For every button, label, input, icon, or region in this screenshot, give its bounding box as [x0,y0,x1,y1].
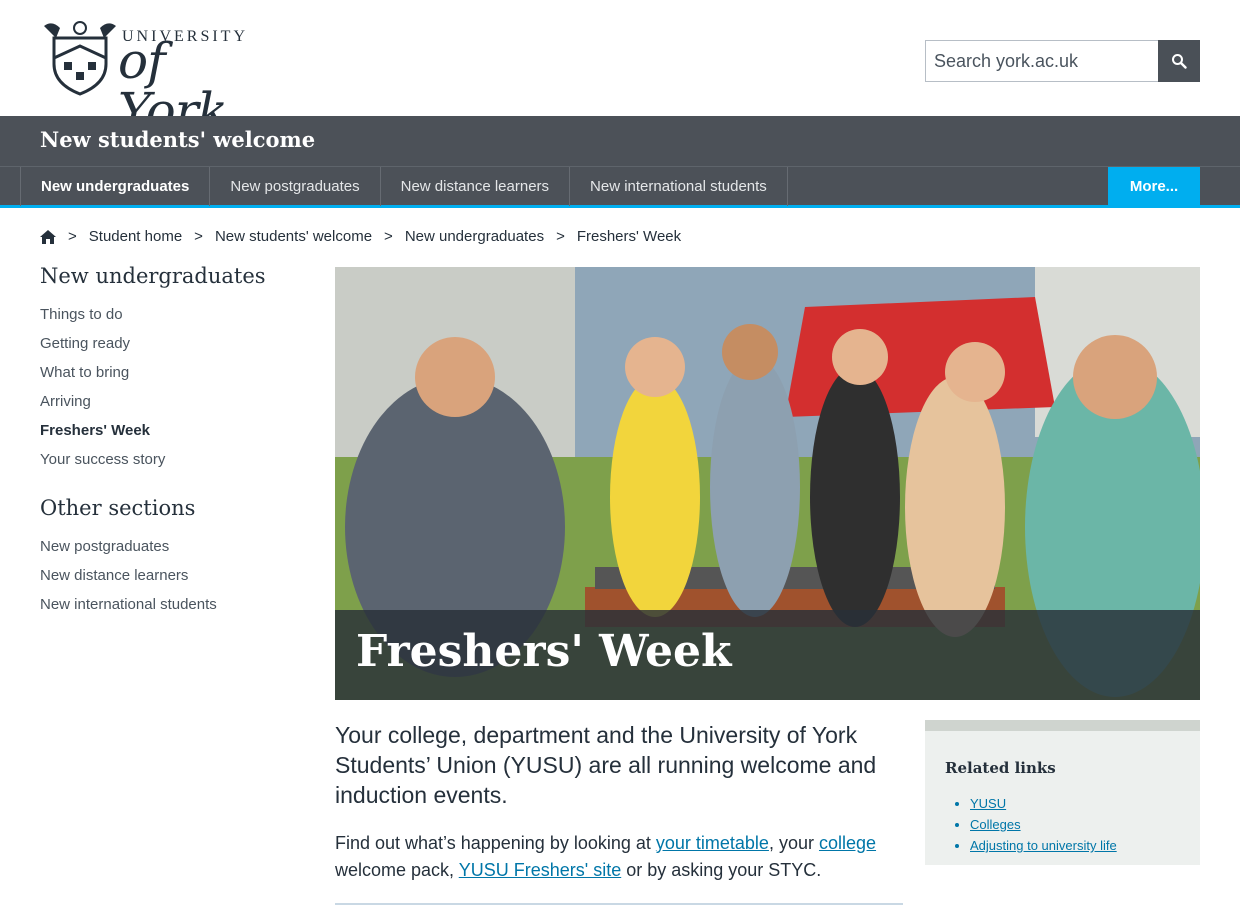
breadcrumb-separator: > [194,228,203,245]
breadcrumb-student-home[interactable]: Student home [89,228,182,245]
sidebar-item-your-success-story[interactable]: Your success story [40,445,300,474]
link-yusu-freshers-site[interactable]: YUSU Freshers' site [459,860,621,880]
breadcrumb: > Student home > New students' welcome >… [40,228,681,245]
breadcrumb-new-students-welcome[interactable]: New students' welcome [215,228,372,245]
breadcrumb-separator: > [556,228,565,245]
sidebar-item-new-distance-learners[interactable]: New distance learners [40,561,300,590]
body-text-3: welcome pack, [335,860,459,880]
sidebar: New undergraduates Things to do Getting … [40,264,300,641]
related-link-adjusting[interactable]: Adjusting to university life [970,835,1117,856]
body-text-4: or by asking your STYC. [621,860,822,880]
nav-item-new-undergraduates[interactable]: New undergraduates [20,167,211,206]
nav-item-new-international-students[interactable]: New international students [570,167,788,206]
sidebar-item-new-postgraduates[interactable]: New postgraduates [40,532,300,561]
search-button[interactable] [1158,40,1200,82]
section-title[interactable]: New students' welcome [40,127,315,152]
sidebar-item-new-international-students[interactable]: New international students [40,590,300,619]
related-link-colleges[interactable]: Colleges [970,814,1117,835]
body-text-2: , your [768,833,819,853]
link-your-timetable[interactable]: your timetable [656,833,769,853]
home-icon[interactable] [40,229,56,244]
body-paragraph: Find out what’s happening by looking at … [335,830,905,884]
related-links-panel: Related links YUSU Colleges Adjusting to… [925,720,1200,865]
sidebar-heading-other-sections: Other sections [40,496,196,520]
breadcrumb-new-undergraduates[interactable]: New undergraduates [405,228,544,245]
site-header: UNIVERSITY of York [0,0,1240,136]
page-title: Freshers' Week [356,626,732,677]
related-link-yusu[interactable]: YUSU [970,793,1117,814]
nav-item-new-postgraduates[interactable]: New postgraduates [210,167,381,206]
more-button[interactable]: More... [1108,167,1200,206]
search-input[interactable] [925,40,1158,82]
sidebar-item-things-to-do[interactable]: Things to do [40,300,300,329]
sidebar-item-freshers-week[interactable]: Freshers' Week [40,416,300,445]
section-nav: New undergraduates New postgraduates New… [0,166,1240,208]
hero-caption: Freshers' Week [335,610,1200,700]
university-logo[interactable]: UNIVERSITY of York [40,18,245,136]
sidebar-list-primary: Things to do Getting ready What to bring… [40,300,300,474]
nav-item-new-distance-learners[interactable]: New distance learners [381,167,571,206]
body-text-1: Find out what’s happening by looking at [335,833,656,853]
breadcrumb-separator: > [68,228,77,245]
section-bar: New students' welcome [0,116,1240,166]
sidebar-heading-new-undergraduates[interactable]: New undergraduates [40,264,300,288]
sidebar-item-getting-ready[interactable]: Getting ready [40,329,300,358]
crest-icon [44,21,116,96]
breadcrumb-separator: > [384,228,393,245]
search-form [925,40,1200,82]
search-icon [1172,54,1187,69]
link-college[interactable]: college [819,833,876,853]
breadcrumb-current-page: Freshers' Week [576,228,682,245]
related-links-title: Related links [945,759,1056,777]
lead-paragraph: Your college, department and the Univers… [335,722,877,808]
sidebar-item-arriving[interactable]: Arriving [40,387,300,416]
hero-banner: Freshers' Week [335,267,1200,700]
sidebar-item-what-to-bring[interactable]: What to bring [40,358,300,387]
sidebar-list-secondary: New postgraduates New distance learners … [40,532,300,619]
